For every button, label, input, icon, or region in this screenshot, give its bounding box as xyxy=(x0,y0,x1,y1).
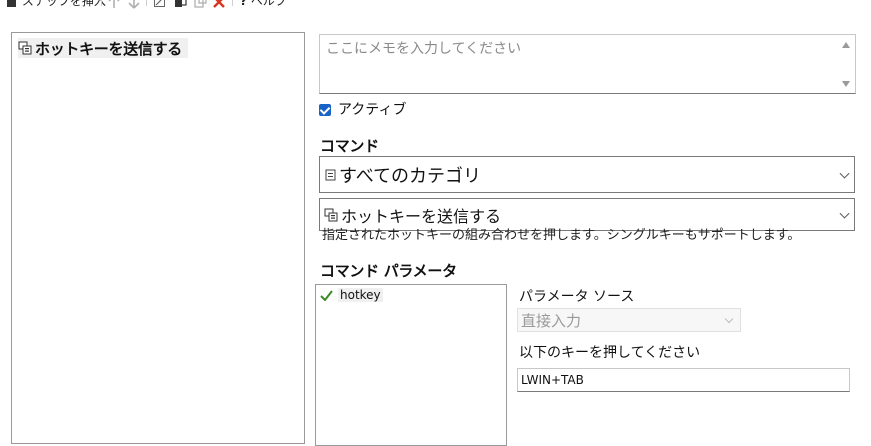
help-button[interactable]: ? ヘルプ xyxy=(240,0,287,12)
edit-step-button[interactable] xyxy=(153,0,166,12)
arrow-up-icon xyxy=(108,0,120,8)
paste-button[interactable] xyxy=(194,0,207,12)
insert-step-button[interactable]: ステップを挿入 xyxy=(5,0,106,12)
command-value: ホットキーを送信する xyxy=(341,206,502,226)
hotkey-icon xyxy=(324,208,338,221)
memo-scrollbar[interactable] xyxy=(838,35,855,93)
list-item[interactable]: ホットキーを送信する xyxy=(18,38,189,58)
chevron-down-icon xyxy=(724,314,734,324)
hotkey-input[interactable]: LWIN+TAB xyxy=(517,368,850,392)
list-item[interactable]: hotkey xyxy=(320,288,383,302)
step-label: ホットキーを送信する xyxy=(35,39,183,58)
copy-icon xyxy=(175,0,187,7)
param-list[interactable]: hotkey xyxy=(315,284,507,446)
toolbar-divider xyxy=(232,0,233,6)
toolbar: ステップを挿入 ? ヘルプ xyxy=(0,0,871,12)
category-value: すべてのカテゴリ xyxy=(339,165,482,187)
memo-placeholder: ここにメモを入力してください xyxy=(326,41,522,57)
move-up-button[interactable] xyxy=(108,0,120,12)
param-source-value: 直接入力 xyxy=(521,312,582,330)
command-section-title: コマンド xyxy=(320,137,379,155)
step-list[interactable]: ホットキーを送信する xyxy=(11,32,305,444)
copy-button[interactable] xyxy=(174,0,187,12)
param-source-dropdown[interactable]: 直接入力 xyxy=(517,308,741,332)
category-icon xyxy=(325,169,336,180)
scroll-up-icon[interactable] xyxy=(842,42,850,48)
key-prompt-label: 以下のキーを押してください xyxy=(519,345,701,361)
delete-button[interactable] xyxy=(212,0,226,12)
param-name: hotkey xyxy=(338,288,383,302)
check-icon xyxy=(320,289,333,301)
chevron-down-icon xyxy=(839,168,850,179)
hotkey-input-value: LWIN+TAB xyxy=(521,373,584,387)
help-icon: ? xyxy=(240,0,247,8)
help-label: ヘルプ xyxy=(250,0,287,8)
edit-icon xyxy=(154,0,165,7)
memo-textarea[interactable]: ここにメモを入力してください xyxy=(319,34,856,94)
command-description-text: 指定されたホットキーの組み合わせを押します。シングルキーもサポートします。 xyxy=(322,228,801,243)
toolbar-divider xyxy=(101,0,102,6)
move-down-button[interactable] xyxy=(128,0,140,12)
insert-step-icon xyxy=(7,0,16,7)
scroll-down-icon[interactable] xyxy=(842,81,850,87)
params-section-title: コマンド パラメータ xyxy=(320,262,457,280)
hotkey-icon xyxy=(18,41,32,55)
command-description: 指定されたホットキーの組み合わせを押します。シングルキーもサポートします。 xyxy=(322,227,842,243)
delete-icon xyxy=(213,0,225,8)
active-label: アクティブ xyxy=(338,102,407,118)
category-dropdown[interactable]: すべてのカテゴリ xyxy=(319,156,855,193)
active-checkbox[interactable] xyxy=(319,104,331,116)
arrow-down-icon xyxy=(128,0,140,9)
insert-step-label: ステップを挿入 xyxy=(21,0,106,8)
chevron-down-icon xyxy=(839,208,850,219)
param-source-label: パラメータ ソース xyxy=(519,289,635,305)
toolbar-divider xyxy=(146,0,147,6)
paste-icon xyxy=(194,0,207,8)
